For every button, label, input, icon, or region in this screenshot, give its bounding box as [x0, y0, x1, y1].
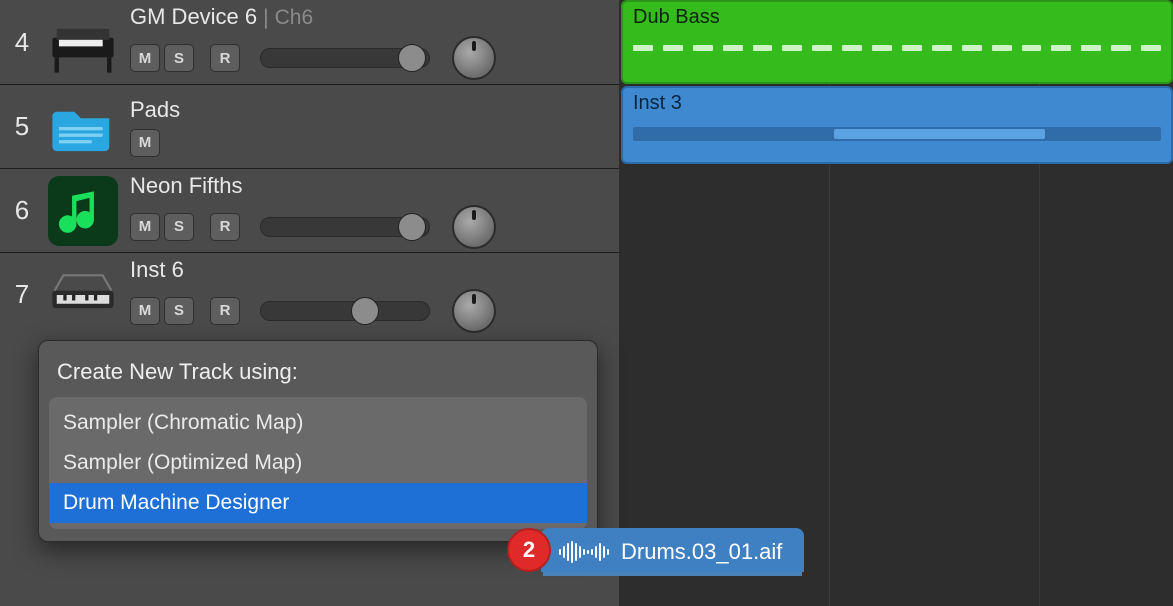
pan-knob[interactable] [452, 289, 496, 333]
track-controls: M [130, 129, 619, 157]
track-controls: MSR [130, 289, 619, 333]
daw-window: 4GM Device 6|Ch6MSR5PadsM6Neon FifthsMSR… [0, 0, 1173, 606]
track-name[interactable]: GM Device 6| Ch6 [130, 4, 619, 30]
record-button[interactable]: R [210, 213, 240, 241]
solo-button[interactable]: S [164, 213, 194, 241]
popup-item[interactable]: Drum Machine Designer [49, 483, 587, 523]
piano-icon[interactable] [48, 7, 118, 77]
solo-button[interactable]: S [164, 297, 194, 325]
mute-button[interactable]: M [130, 297, 160, 325]
track-channel-label: Ch6 [275, 6, 314, 30]
solo-button[interactable]: S [164, 44, 194, 72]
region-label: Dub Bass [633, 6, 1161, 29]
record-button[interactable]: R [210, 44, 240, 72]
volume-thumb[interactable] [398, 213, 426, 241]
volume-thumb[interactable] [351, 297, 379, 325]
track-info: Inst 6 MSR [122, 257, 619, 333]
mute-button[interactable]: M [130, 213, 160, 241]
region[interactable]: Dub Bass [621, 0, 1173, 84]
popup-item[interactable]: Sampler (Optimized Map) [49, 443, 587, 483]
midi-notes [633, 127, 1161, 141]
create-track-popup: Create New Track using: Sampler (Chromat… [38, 340, 598, 542]
track-number: 4 [0, 27, 44, 58]
pan-knob[interactable] [452, 205, 496, 249]
track-number: 7 [0, 279, 44, 310]
track-row[interactable]: 4 GM Device 6| Ch6 MSR [0, 0, 619, 84]
keys-icon[interactable] [48, 260, 118, 330]
timeline-area[interactable]: Dub Bass Inst 3 [619, 0, 1173, 606]
track-name-label: GM Device 6 [130, 4, 257, 30]
track-number: 5 [0, 111, 44, 142]
mute-button[interactable]: M [130, 44, 160, 72]
track-info: Neon Fifths MSR [122, 173, 619, 249]
volume-slider[interactable] [260, 48, 430, 68]
volume-slider[interactable] [260, 217, 430, 237]
drag-file-chip[interactable]: 2 Drums.03_01.aif [507, 528, 804, 572]
drag-count-badge: 2 [507, 528, 551, 572]
msr-group: MSR [130, 213, 240, 241]
volume-slider[interactable] [260, 301, 430, 321]
track-name-label: Neon Fifths [130, 173, 243, 199]
track-row[interactable]: 6 Neon Fifths MSR [0, 168, 619, 252]
track-name-label: Pads [130, 97, 180, 123]
popup-options-list: Sampler (Chromatic Map)Sampler (Optimize… [49, 397, 587, 529]
msr-group: M [130, 129, 160, 157]
track-name[interactable]: Inst 6 [130, 257, 619, 283]
track-name[interactable]: Pads [130, 97, 619, 123]
track-controls: MSR [130, 205, 619, 249]
midi-notes [633, 45, 1161, 51]
folder-icon[interactable] [48, 92, 118, 162]
separator: | [263, 6, 268, 30]
track-controls: MSR [130, 36, 619, 80]
track-info: GM Device 6| Ch6 MSR [122, 4, 619, 80]
track-info: Pads M [122, 97, 619, 157]
msr-group: MSR [130, 44, 240, 72]
msr-group: MSR [130, 297, 240, 325]
record-button[interactable]: R [210, 297, 240, 325]
track-row[interactable]: 7 Inst 6 MSR [0, 252, 619, 336]
track-name-label: Inst 6 [130, 257, 184, 283]
track-row[interactable]: 5 Pads M [0, 84, 619, 168]
drag-filename: Drums.03_01.aif [621, 539, 782, 565]
waveform-icon [559, 541, 609, 563]
mute-button[interactable]: M [130, 129, 160, 157]
region-label: Inst 3 [633, 92, 1161, 115]
popup-item[interactable]: Sampler (Chromatic Map) [49, 403, 587, 443]
popup-title: Create New Track using: [39, 359, 597, 397]
region[interactable]: Inst 3 [621, 86, 1173, 164]
drag-file-label: Drums.03_01.aif [541, 528, 804, 572]
track-number: 6 [0, 195, 44, 226]
volume-thumb[interactable] [398, 44, 426, 72]
pan-knob[interactable] [452, 36, 496, 80]
track-name[interactable]: Neon Fifths [130, 173, 619, 199]
note-icon[interactable] [48, 176, 118, 246]
